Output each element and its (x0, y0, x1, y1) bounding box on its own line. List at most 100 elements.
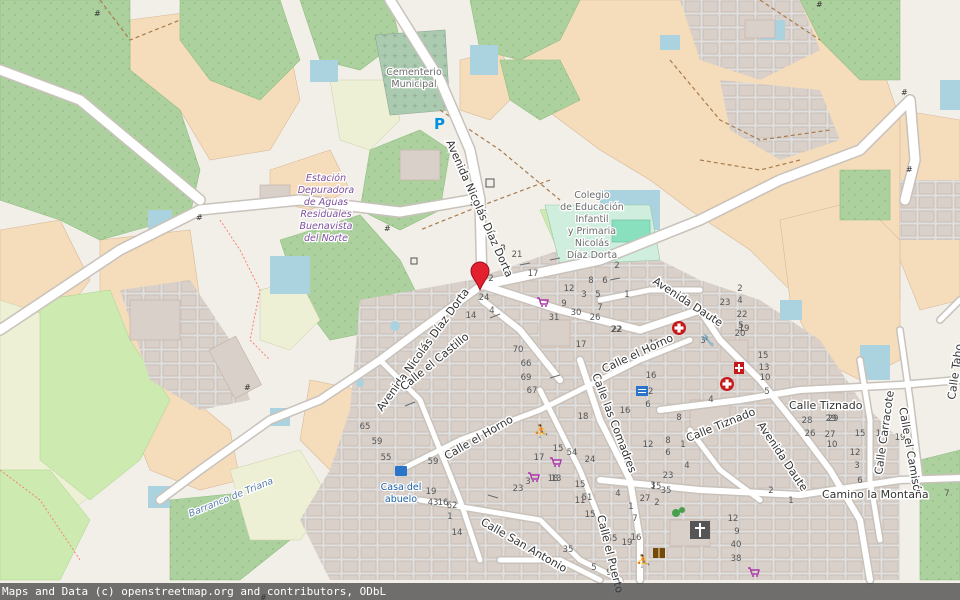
house-number: 31 (549, 313, 560, 323)
house-number: 2 (654, 498, 659, 508)
health-icon[interactable] (734, 362, 744, 374)
house-number: 10 (827, 440, 838, 450)
church-icon[interactable] (690, 521, 710, 539)
house-number: 15 (585, 510, 596, 520)
house-number: 14 (452, 528, 463, 538)
house-number: 7 (632, 514, 637, 524)
house-number: 8 (588, 276, 593, 286)
house-number: 6 (602, 276, 607, 286)
map-view[interactable]: + (0, 0, 960, 600)
estacion-label-4: Residuales (300, 209, 351, 220)
house-number: 24 (585, 455, 596, 465)
poi-estacion[interactable]: Estación Depuradora de Aguas Residuales … (296, 172, 355, 246)
house-number: 21 (512, 250, 523, 260)
house-number: 19 (426, 487, 437, 497)
house-number: 3 (581, 290, 586, 300)
house-number: 23 (663, 471, 674, 481)
house-number: 2 (488, 274, 493, 284)
bank-icon[interactable] (636, 386, 648, 396)
house-number: 35 (563, 545, 574, 555)
house-number: 6 (857, 476, 862, 486)
playground-icon-1[interactable]: ⛹ (534, 423, 549, 438)
house-number: 22 (611, 325, 622, 335)
house-number: 12 (564, 284, 575, 294)
house-number: 2 (614, 261, 619, 271)
house-number: 1 (680, 440, 685, 450)
house-number: 18 (548, 474, 559, 484)
house-number: 54 (567, 448, 578, 458)
estacion-label-3: de Aguas (304, 197, 348, 208)
house-number: 17 (576, 340, 587, 350)
house-number: 35 (661, 486, 672, 496)
colegio-label-5: Nicolás (575, 238, 609, 249)
parking-poi[interactable]: P (434, 115, 445, 133)
svg-text:#: # (384, 224, 391, 233)
playground-icon-2[interactable]: ⛹ (636, 553, 651, 568)
house-number: 3 (525, 477, 530, 487)
house-number: 9 (734, 527, 739, 537)
house-number: 4 (708, 395, 713, 405)
house-number: 16 (646, 371, 657, 381)
house-number: 15 (575, 480, 586, 490)
house-number: 28 (802, 416, 813, 426)
house-number: 69 (521, 373, 532, 383)
estacion-label-2: Depuradora (298, 185, 355, 196)
house-number: 55 (381, 453, 392, 463)
house-number: 15 (553, 444, 564, 454)
colegio-label-1: Colegio (574, 190, 610, 201)
house-number: 4 (615, 489, 620, 499)
house-number: 4 (737, 296, 742, 306)
house-number: 16 (620, 406, 631, 416)
house-number: 70 (513, 345, 524, 355)
house-number: 12 (850, 448, 861, 458)
house-number: 3 (854, 461, 859, 471)
street-camino-la-montana[interactable]: Camino la Montaña (821, 487, 931, 503)
casa-abuelo-label-1: Casa del (381, 482, 422, 493)
poi-cementerio[interactable]: Cementerio Municipal (385, 66, 443, 92)
svg-text:⛹: ⛹ (534, 423, 549, 438)
house-number: 1 (788, 496, 793, 506)
house-number: 6 (665, 448, 670, 458)
clinic-icon[interactable] (720, 377, 734, 391)
house-number: 8 (676, 413, 681, 423)
house-number: 23 (513, 484, 524, 494)
map-canvas[interactable]: + (0, 0, 960, 600)
fuel-icon[interactable]: 🔧 (701, 333, 715, 347)
house-number: 9 (561, 299, 566, 309)
street-calle-tiznado-east[interactable]: Calle Tiznado (788, 398, 865, 414)
svg-text:#: # (906, 165, 913, 174)
house-number: 59 (428, 457, 439, 467)
house-number: 4 (684, 461, 689, 471)
house-number: 18 (578, 412, 589, 422)
map-attribution: Maps and Data (c) openstreetmap.org and … (0, 583, 960, 600)
house-number: 62 (447, 501, 458, 511)
house-number: 27 (640, 494, 651, 504)
house-number: 26 (590, 313, 601, 323)
house-number: 8 (665, 436, 670, 446)
house-number: 4 (489, 306, 494, 316)
house-number: 14 (466, 311, 477, 321)
svg-text:⛹: ⛹ (636, 553, 651, 568)
svg-text:#: # (196, 213, 203, 222)
colegio-label-3: Infantil (575, 214, 608, 225)
house-number: 59 (372, 437, 383, 447)
house-number: 24 (479, 293, 490, 303)
svg-text:#: # (901, 88, 908, 97)
house-number: 19 (739, 324, 750, 334)
pharmacy-icon[interactable] (672, 321, 686, 335)
cementerio-label-1: Cementerio (386, 67, 442, 78)
casa-abuelo-label-2: abuelo (385, 494, 417, 505)
house-number: 1 (628, 502, 633, 512)
library-icon[interactable] (653, 548, 665, 558)
house-number: 23 (720, 298, 731, 308)
house-number: 1 (624, 290, 629, 300)
community-centre-icon (395, 466, 407, 476)
house-number: 2 (768, 486, 773, 496)
house-number: 67 (527, 386, 538, 396)
house-number: 13 (759, 363, 770, 373)
house-number: 12 (643, 440, 654, 450)
house-number: 17 (528, 269, 539, 279)
house-number: 6 (645, 400, 650, 410)
house-number: 5 (595, 290, 600, 300)
house-number: 27 (825, 430, 836, 440)
